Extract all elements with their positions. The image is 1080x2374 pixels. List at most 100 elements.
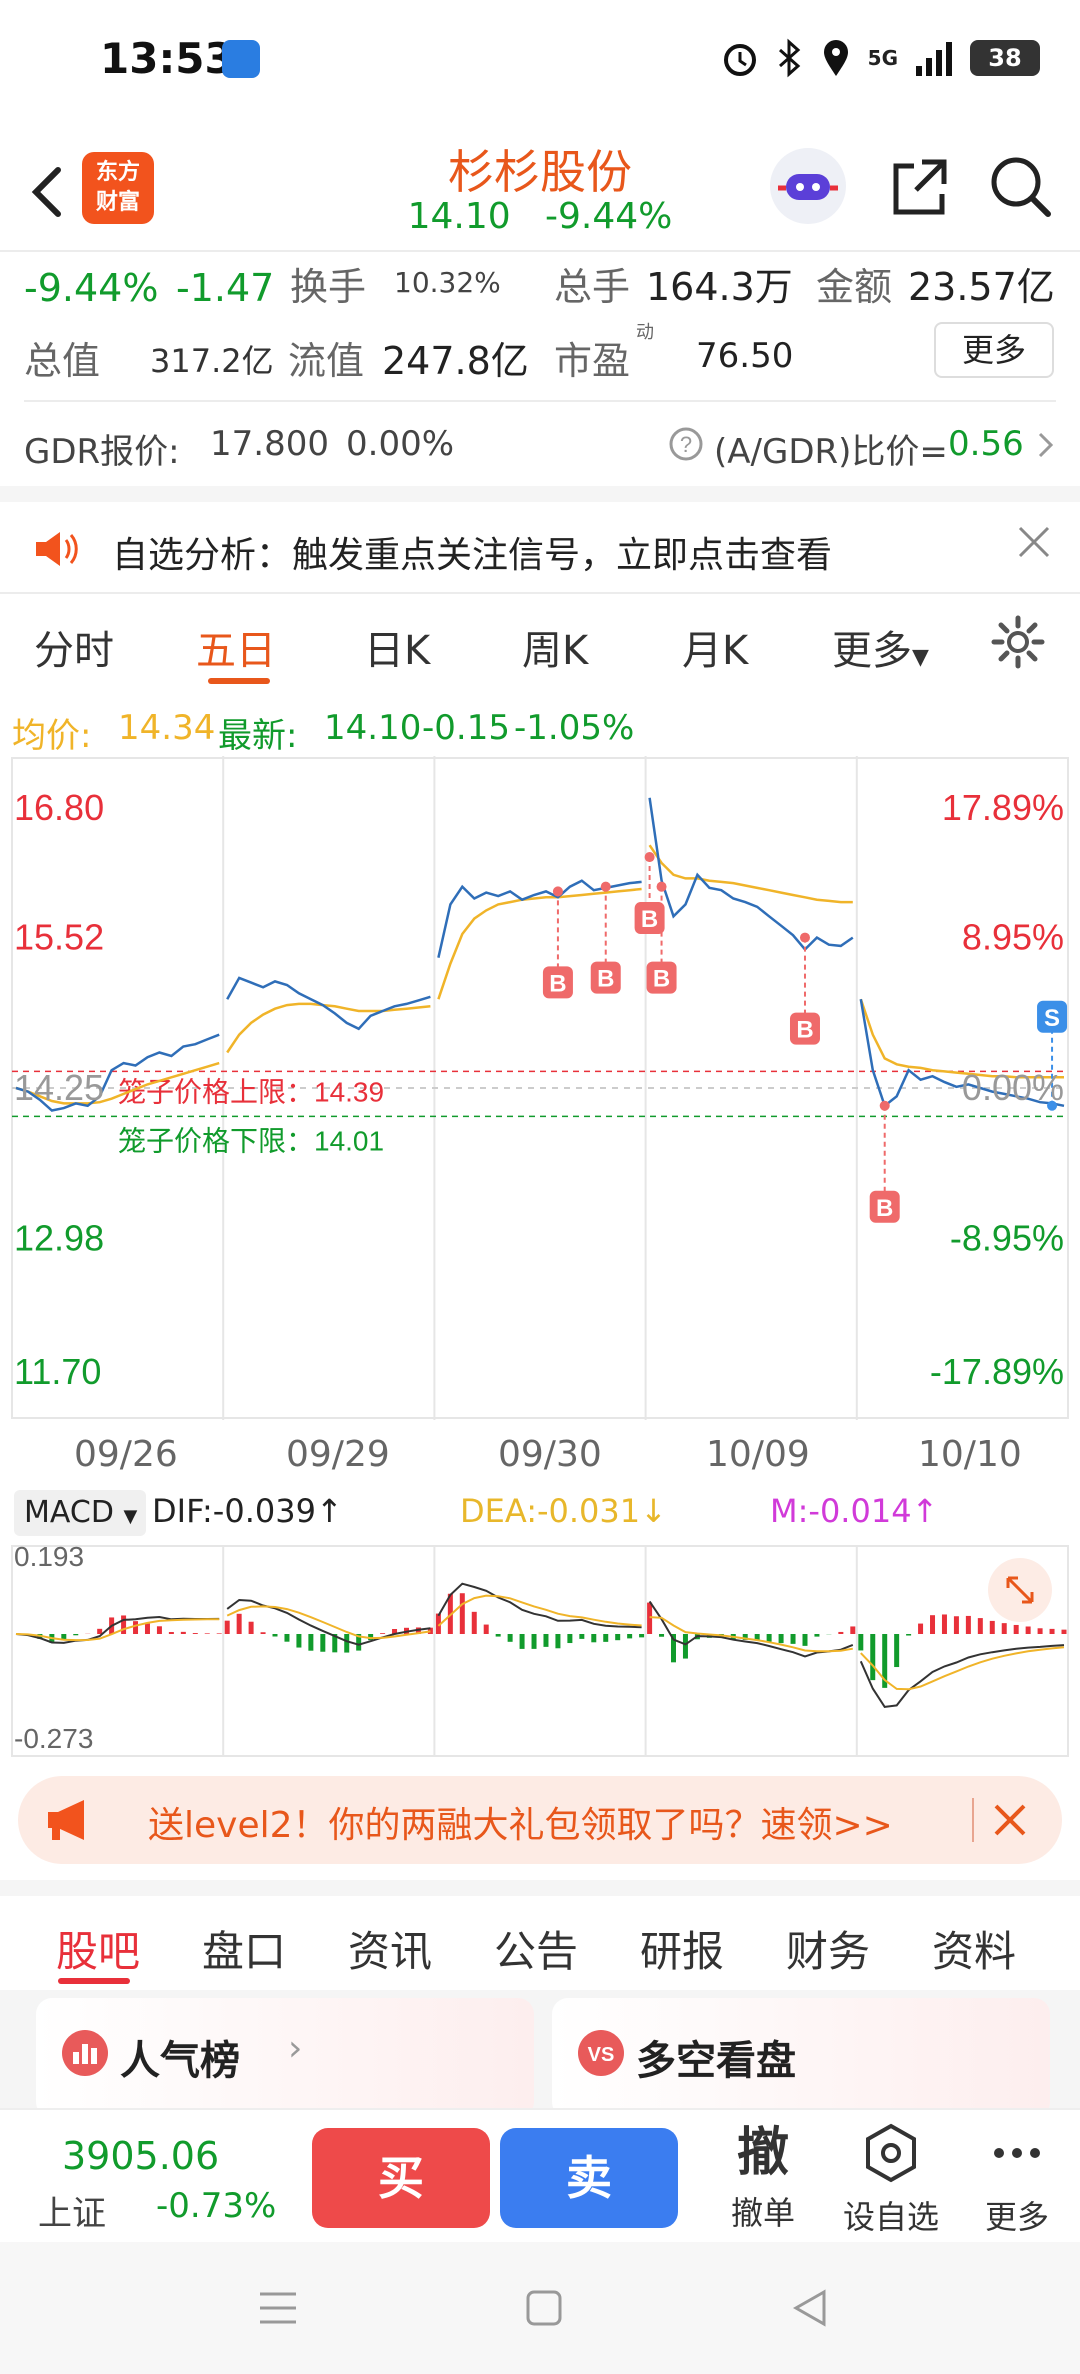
gdr-ratio-value: 0.56 bbox=[948, 424, 1024, 464]
turnover-label: 换手 bbox=[290, 265, 367, 309]
trade-marker-label: B bbox=[597, 966, 614, 993]
sell-button[interactable]: 卖 bbox=[500, 2128, 678, 2228]
network-type: 5G bbox=[867, 46, 898, 70]
quote-row-2: 总值 317.2亿 流值 247.8亿 市盈 动 76.50 bbox=[0, 322, 1080, 384]
y-tick-left: 11.70 bbox=[14, 1351, 101, 1392]
promo-text: 送level2！你的两融大礼包领取了吗？速领>> bbox=[148, 1805, 893, 1846]
header-change-pct: -9.44% bbox=[545, 196, 673, 237]
index-change: -0.73% bbox=[156, 2186, 277, 2226]
trade-point bbox=[552, 886, 563, 897]
popularity-card[interactable]: 人气榜 › bbox=[36, 1998, 534, 2118]
expand-icon[interactable] bbox=[988, 1558, 1052, 1622]
robot-assistant-icon[interactable] bbox=[770, 148, 846, 224]
date-axis: 09/26 09/29 09/30 10/09 10/10 bbox=[0, 1424, 1080, 1480]
search-icon[interactable] bbox=[986, 152, 1056, 222]
more-quote-button[interactable]: 更多 bbox=[934, 322, 1054, 378]
date-label: 10/09 bbox=[706, 1434, 810, 1475]
tab-research[interactable]: 研报 bbox=[640, 1918, 724, 1979]
average-price-line bbox=[15, 844, 1064, 1105]
tab-news[interactable]: 资讯 bbox=[348, 1918, 432, 1979]
five-day-price-chart[interactable]: 笼子价格上限：14.39笼子价格下限：14.01 B BBBBBS 16.80 17… bbox=[0, 756, 1080, 1424]
pe-superscript: 动 bbox=[636, 322, 654, 343]
tab-monthly-k[interactable]: 月K bbox=[682, 618, 748, 676]
gdr-row[interactable]: GDR报价: 17.800 0.00% ? (A/GDR)比价= 0.56 bbox=[0, 414, 1080, 474]
y-tick-right: 0.00% bbox=[962, 1067, 1064, 1108]
active-tab-indicator bbox=[208, 678, 270, 684]
megaphone-icon bbox=[48, 1800, 84, 1840]
watchlist-hexagon-icon bbox=[866, 2123, 916, 2183]
tab-profile[interactable]: 资料 bbox=[932, 1918, 1016, 1979]
battery-icon: 38 bbox=[970, 40, 1040, 76]
tab-intraday[interactable]: 分时 bbox=[34, 618, 114, 676]
tab-five-day[interactable]: 五日 bbox=[196, 618, 276, 676]
ranking-icon bbox=[62, 2030, 108, 2076]
alert-notice[interactable]: 自选分析：触发重点关注信号，立即点击查看 bbox=[0, 506, 1080, 592]
y-tick-left: 16.80 bbox=[14, 787, 104, 828]
total-hands-value: 164.3万 bbox=[646, 265, 793, 309]
settings-gear-icon[interactable] bbox=[990, 614, 1046, 670]
bottom-trade-bar: 3905.06 上证 -0.73% 买 卖 撤 撤单 设自选 更多 bbox=[0, 2108, 1080, 2242]
tab-pankou[interactable]: 盘口 bbox=[202, 1918, 286, 1979]
y-tick-left: 15.52 bbox=[14, 917, 104, 958]
chevron-right-icon: › bbox=[288, 2028, 303, 2069]
index-quote[interactable]: 3905.06 上证 -0.73% bbox=[0, 2110, 300, 2244]
add-watchlist-button[interactable]: 设自选 bbox=[836, 2122, 946, 2238]
date-label: 09/29 bbox=[286, 1434, 390, 1475]
macd-chart[interactable]: 0.193 -0.273 bbox=[0, 1542, 1080, 1760]
app-notification-icon bbox=[222, 40, 260, 78]
change-amount: -1.47 bbox=[176, 266, 275, 310]
home-icon[interactable] bbox=[522, 2286, 566, 2330]
macd-dif: DIF:-0.039↑ bbox=[152, 1492, 343, 1530]
stock-header: 东方 财富 杉杉股份 14.10 -9.44% bbox=[0, 130, 1080, 250]
system-icons: 5G 38 bbox=[720, 36, 1040, 80]
stock-name: 杉杉股份 bbox=[448, 145, 632, 199]
chart-tabs: 分时 五日 日K 周K 月K 更多▼ bbox=[0, 600, 1080, 690]
latest-value: 14.10 bbox=[324, 708, 422, 748]
cancel-order-button[interactable]: 撤 撤单 bbox=[708, 2122, 818, 2234]
share-icon[interactable] bbox=[884, 152, 954, 222]
avg-label: 均价: bbox=[12, 716, 92, 756]
speaker-icon bbox=[36, 532, 78, 566]
tab-guba[interactable]: 股吧 bbox=[56, 1918, 140, 1979]
latest-change: -0.15 bbox=[422, 708, 510, 748]
back-icon[interactable] bbox=[20, 160, 80, 224]
latest-change-pct: -1.05% bbox=[514, 708, 635, 748]
svg-text:VS: VS bbox=[588, 2044, 615, 2066]
quote-divider bbox=[24, 400, 1056, 402]
menu-icon[interactable] bbox=[256, 2286, 300, 2330]
tab-daily-k[interactable]: 日K bbox=[364, 618, 430, 676]
tab-more[interactable]: 更多▼ bbox=[832, 618, 929, 676]
back-nav-icon[interactable] bbox=[788, 2286, 832, 2330]
close-icon[interactable] bbox=[1012, 520, 1056, 564]
more-button[interactable]: 更多 bbox=[962, 2122, 1072, 2238]
promo-banner[interactable]: 送level2！你的两融大礼包领取了吗？速领>> bbox=[18, 1776, 1062, 1864]
gdr-label: GDR报价: bbox=[24, 432, 180, 472]
section-gap bbox=[0, 486, 1080, 502]
amount-label: 金额 bbox=[816, 265, 893, 309]
indicator-select[interactable]: MACD ▼ bbox=[14, 1490, 146, 1536]
y-tick-right: -8.95% bbox=[950, 1217, 1064, 1258]
latest-label: 最新: bbox=[218, 716, 298, 756]
arrow-up-icon: ↑ bbox=[911, 1492, 939, 1530]
trade-point bbox=[600, 881, 611, 892]
macd-dea-text: DEA:-0.031 bbox=[460, 1492, 641, 1530]
buy-button[interactable]: 买 bbox=[312, 2128, 490, 2228]
tab-announcements[interactable]: 公告 bbox=[494, 1918, 578, 1979]
arrow-down-icon: ↓ bbox=[640, 1492, 667, 1530]
trade-point bbox=[799, 932, 810, 943]
help-icon[interactable]: ? bbox=[668, 426, 704, 462]
bull-bear-card[interactable]: VS 多空看盘 bbox=[552, 1998, 1050, 2118]
close-icon[interactable] bbox=[986, 1796, 1034, 1844]
tab-finance[interactable]: 财务 bbox=[786, 1918, 870, 1979]
info-section-tabs: 股吧 盘口 资讯 公告 研报 财务 资料 bbox=[0, 1896, 1080, 1990]
date-label: 09/30 bbox=[498, 1434, 602, 1475]
trade-point bbox=[879, 1100, 890, 1111]
y-tick-right: 8.95% bbox=[962, 917, 1064, 958]
tab-weekly-k[interactable]: 周K bbox=[522, 618, 588, 676]
change-pct: -9.44% bbox=[24, 266, 159, 310]
avg-value: 14.34 bbox=[118, 708, 216, 748]
date-label: 10/10 bbox=[918, 1434, 1022, 1475]
macd-m-text: M:-0.014 bbox=[770, 1492, 912, 1530]
status-bar: 13:53 5G 38 bbox=[0, 0, 1080, 120]
promo-divider bbox=[972, 1798, 974, 1842]
